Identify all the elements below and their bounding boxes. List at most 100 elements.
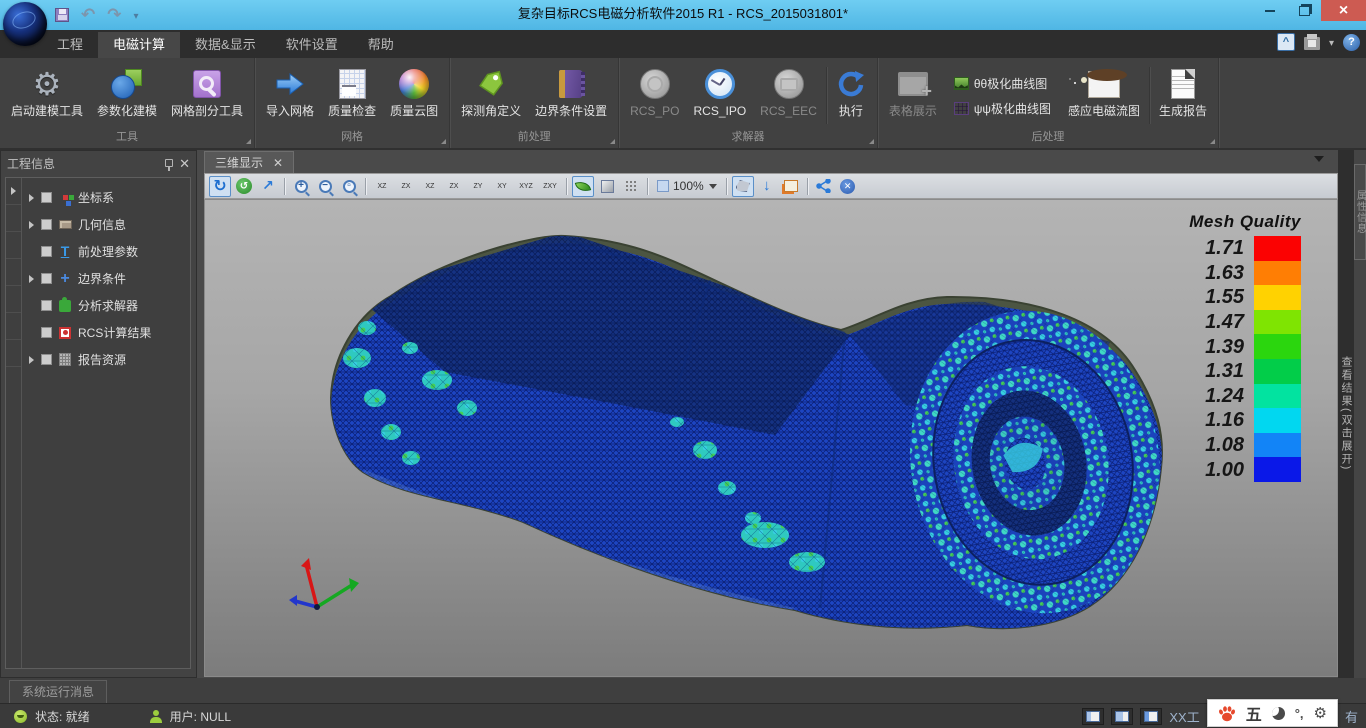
tab-help[interactable]: 帮助 [353, 32, 409, 58]
checkbox[interactable] [41, 192, 52, 203]
view-zx2-button[interactable]: ZX [443, 176, 465, 197]
properties-tab[interactable]: 属性信息 [1354, 164, 1366, 260]
punctuation-icon[interactable]: °, [1295, 706, 1304, 721]
quality-contour-button[interactable]: 质量云图 [383, 61, 445, 130]
legend-band [1254, 457, 1301, 482]
gear-icon [33, 65, 62, 103]
view-iso1-button[interactable]: XYZ [515, 176, 537, 197]
share-button[interactable] [813, 176, 835, 197]
group-expand-icon[interactable] [610, 139, 615, 144]
expander-icon[interactable] [29, 221, 34, 229]
zoom-level-select[interactable]: 100% [653, 179, 721, 193]
view-xz-button[interactable]: XZ [371, 176, 393, 197]
view-xz2-button[interactable]: XZ [419, 176, 441, 197]
refresh-view-button[interactable] [233, 176, 255, 197]
expander-icon[interactable] [29, 194, 34, 202]
pan-view-button[interactable] [257, 176, 279, 197]
group-expand-icon[interactable] [441, 139, 446, 144]
group-expand-icon[interactable] [246, 139, 251, 144]
generate-report-button[interactable]: 生成报告 [1152, 61, 1214, 130]
tree-item-rcs-results[interactable]: RCS计算结果 [22, 319, 190, 346]
tree-item-report-resources[interactable]: 报告资源 [22, 346, 190, 373]
panel-close-icon[interactable]: ✕ [179, 157, 190, 170]
menubar-right-tools [1277, 33, 1360, 51]
mesh-tool-button[interactable]: 网格剖分工具 [164, 61, 250, 130]
chevron-right-icon[interactable] [11, 187, 16, 195]
layout-button-3[interactable] [1140, 708, 1162, 725]
tree-item-preprocess-params[interactable]: 前处理参数 [22, 238, 190, 265]
tab-3d-display[interactable]: 三维显示 ✕ [204, 151, 294, 173]
points-mode-button[interactable] [620, 176, 642, 197]
view-results-tab[interactable]: 查看结果(双击展开) [1338, 356, 1354, 471]
collapse-ribbon-icon[interactable] [1277, 33, 1295, 51]
tree-item-coordinate-system[interactable]: 坐标系 [22, 184, 190, 211]
quality-check-button[interactable]: 质量检查 [321, 61, 383, 130]
solid-mode-button[interactable] [596, 176, 618, 197]
checkbox[interactable] [41, 219, 52, 230]
tab-software-settings[interactable]: 软件设置 [271, 32, 353, 58]
close-view-button[interactable] [837, 176, 859, 197]
layout-button-1[interactable] [1082, 708, 1104, 725]
zoom-out-button[interactable]: − [314, 176, 336, 197]
zoom-fit-button[interactable]: ▫ [338, 176, 360, 197]
view-zx-button[interactable]: ZX [395, 176, 417, 197]
close-button[interactable] [1321, 0, 1366, 21]
moon-icon[interactable] [1272, 707, 1285, 720]
boundary-settings-button[interactable]: 边界条件设置 [528, 61, 614, 130]
shaded-mode-button[interactable] [572, 176, 594, 197]
pin-icon[interactable] [165, 159, 173, 167]
printer-dropdown-icon[interactable] [1329, 33, 1334, 51]
tab-em-computation[interactable]: 电磁计算 [98, 32, 180, 58]
launch-modeler-button[interactable]: 启动建模工具 [4, 61, 90, 130]
view-xy-button[interactable]: XY [491, 176, 513, 197]
tab-list-dropdown-icon[interactable] [1314, 156, 1324, 162]
group-expand-icon[interactable] [869, 139, 874, 144]
theta-polar-curve-button[interactable]: θθ极化曲线图 [950, 73, 1055, 94]
zoom-in-button[interactable]: + [290, 176, 312, 197]
system-messages-tab[interactable]: 系统运行消息 [9, 680, 107, 703]
ribbon-group-tools: 启动建模工具 参数化建模 网格剖分工具 工具 [0, 58, 255, 148]
ime-settings-gear-icon[interactable] [1314, 704, 1327, 722]
tree-item-geometry-info[interactable]: 几何信息 [22, 211, 190, 238]
baidu-paw-icon[interactable] [1218, 705, 1236, 722]
checkbox[interactable] [41, 327, 52, 338]
import-mesh-button[interactable]: 导入网格 [259, 61, 321, 130]
select-polygon-button[interactable] [732, 176, 754, 197]
ime-mode-button[interactable]: 五 [1246, 701, 1262, 725]
solver-rcs-eec-button[interactable]: RCS_EEC [753, 61, 824, 130]
probe-angle-button[interactable]: 探测角定义 [454, 61, 528, 130]
tree-item-solver[interactable]: 分析求解器 [22, 292, 190, 319]
psi-polar-curve-button[interactable]: ψψ极化曲线图 [950, 98, 1055, 119]
layout-button-2[interactable] [1111, 708, 1133, 725]
move-down-button[interactable] [756, 176, 778, 197]
view-zy-button[interactable]: ZY [467, 176, 489, 197]
view-iso2-button[interactable]: ZXY [539, 176, 561, 197]
rotate-view-button[interactable] [209, 176, 231, 197]
tab-close-icon[interactable]: ✕ [273, 157, 283, 169]
checkbox[interactable] [41, 354, 52, 365]
minimize-button[interactable] [1253, 0, 1287, 21]
tree-item-boundary-conditions[interactable]: 边界条件 [22, 265, 190, 292]
solver-rcs-ipo-button[interactable]: RCS_IPO [686, 61, 753, 130]
restore-button[interactable] [1287, 0, 1321, 21]
solver-rcs-po-button[interactable]: RCS_PO [623, 61, 686, 130]
execute-button[interactable]: 执行 [829, 61, 873, 130]
printer-icon[interactable] [1304, 37, 1320, 50]
expander-icon[interactable] [29, 275, 34, 283]
checkbox[interactable] [41, 273, 52, 284]
help-icon[interactable] [1343, 34, 1360, 51]
legend-band [1254, 359, 1301, 384]
group-expand-icon[interactable] [1210, 139, 1215, 144]
table-display-button[interactable]: 表格展示 [882, 61, 944, 130]
copy-view-button[interactable] [780, 176, 802, 197]
book-icon [559, 70, 583, 98]
parametric-modeling-button[interactable]: 参数化建模 [90, 61, 164, 130]
window-controls [1253, 0, 1366, 21]
expander-icon[interactable] [29, 356, 34, 364]
checkbox[interactable] [41, 246, 52, 257]
checkbox[interactable] [41, 300, 52, 311]
tab-project[interactable]: 工程 [42, 32, 98, 58]
tab-data-display[interactable]: 数据&显示 [180, 32, 271, 58]
induced-current-map-button[interactable]: 感应电磁流图 [1061, 61, 1147, 130]
viewport-3d[interactable]: Mesh Quality 1.71 1.63 1.55 1.47 1.39 1.… [204, 199, 1338, 677]
